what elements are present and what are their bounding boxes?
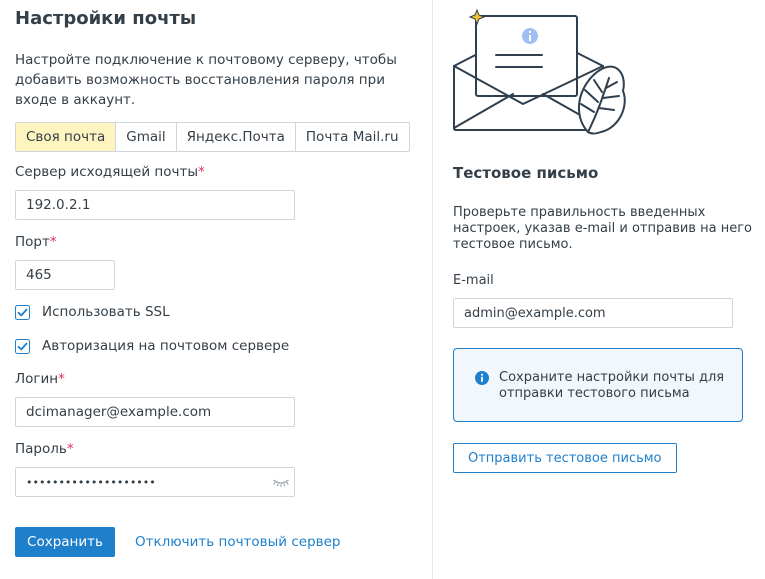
required-mark: *: [66, 441, 74, 457]
settings-description: Настройте подключение к почтовому сервер…: [15, 52, 397, 108]
test-email-panel: Тестовое письмо Проверьте правильность в…: [433, 0, 765, 579]
smtp-server-label: Сервер исходящей почты*: [15, 164, 205, 180]
test-email-title: Тестовое письмо: [453, 164, 599, 182]
tab-own-mail[interactable]: Своя почта: [16, 123, 117, 151]
page-title: Настройки почты: [15, 8, 197, 29]
email-input[interactable]: [453, 298, 733, 328]
smtp-auth-label: Авторизация на почтовом сервере: [42, 338, 290, 354]
use-ssl-label: Использовать SSL: [42, 304, 170, 320]
password-input[interactable]: [15, 467, 295, 497]
info-icon: [475, 371, 489, 385]
save-button[interactable]: Сохранить: [15, 527, 115, 557]
disable-mail-server-link[interactable]: Отключить почтовый сервер: [135, 534, 341, 550]
mail-provider-tabs: Своя почта Gmail Яндекс.Почта Почта Mail…: [15, 122, 410, 152]
required-mark: *: [49, 234, 57, 250]
send-test-email-button[interactable]: Отправить тестовое письмо: [453, 443, 677, 473]
required-mark: *: [198, 164, 205, 180]
envelope-illustration: [453, 8, 626, 135]
smtp-auth-checkbox[interactable]: [15, 339, 30, 354]
port-input[interactable]: [15, 260, 115, 290]
tab-gmail[interactable]: Gmail: [116, 123, 177, 151]
info-notice: Сохраните настройки почты для отправки т…: [453, 348, 743, 422]
eye-hidden-icon[interactable]: [272, 476, 290, 488]
tab-mail-ru[interactable]: Почта Mail.ru: [296, 123, 409, 151]
smtp-server-input[interactable]: [15, 190, 295, 220]
password-label: Пароль*: [15, 441, 74, 457]
login-label: Логин*: [15, 371, 65, 387]
use-ssl-checkbox[interactable]: [15, 305, 30, 320]
email-label: E-mail: [453, 273, 494, 288]
mail-settings-panel: Настройки почты Настройте подключение к …: [0, 0, 432, 579]
required-mark: *: [58, 371, 65, 387]
login-input[interactable]: [15, 397, 295, 427]
info-notice-text: Сохраните настройки почты для отправки т…: [499, 370, 725, 401]
tab-yandex-mail[interactable]: Яндекс.Почта: [177, 123, 296, 151]
test-email-description: Проверьте правильность введенных настрое…: [453, 205, 752, 252]
port-label: Порт*: [15, 234, 57, 250]
